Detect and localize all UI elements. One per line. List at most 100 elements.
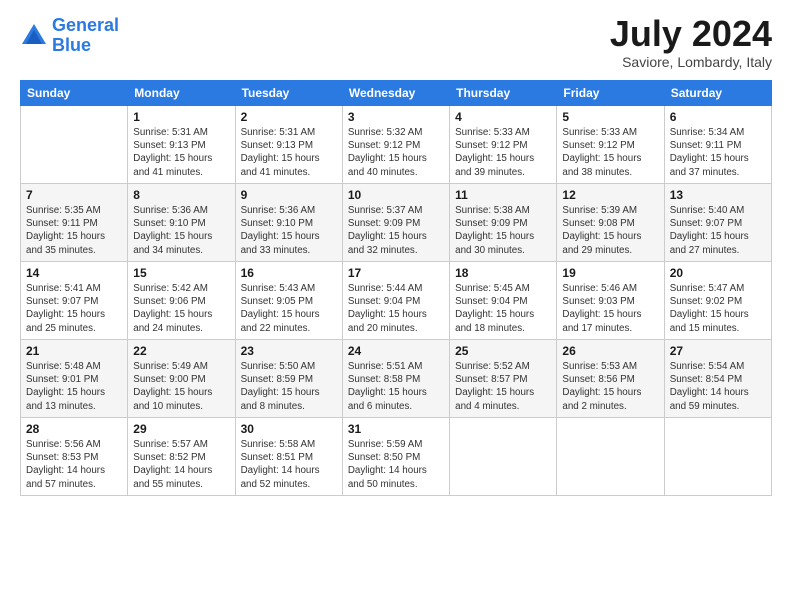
calendar-cell: 20 Sunrise: 5:47 AM Sunset: 9:02 PM Dayli… <box>664 262 771 340</box>
header-cell-saturday: Saturday <box>664 81 771 106</box>
week-row-2: 7Sunrise: 5:35 AM Sunset: 9:11 PM Daylig… <box>21 184 772 262</box>
page: General Blue July 2024 Saviore, Lombardy… <box>0 0 792 612</box>
calendar-cell: 11 Sunrise: 5:38 AM Sunset: 9:09 PM Dayli… <box>450 184 557 262</box>
header-cell-wednesday: Wednesday <box>342 81 449 106</box>
calendar-cell: 5Sunrise: 5:33 AM Sunset: 9:12 PM Daylig… <box>557 106 664 184</box>
calendar-cell: 31Sunrise: 5:59 AM Sunset: 8:50 PM Dayli… <box>342 418 449 496</box>
calendar-cell <box>664 418 771 496</box>
day-info: Sunrise: 5:38 AM Sunset: 9:09 PM Dayligh… <box>455 204 551 257</box>
calendar-cell: 28Sunrise: 5:56 AM Sunset: 8:53 PM Dayli… <box>21 418 128 496</box>
day-info: Sunrise: 5:45 AM Sunset: 9:04 PM Dayligh… <box>455 282 551 335</box>
day-info: Sunrise: 5:57 AM Sunset: 8:52 PM Dayligh… <box>133 438 229 491</box>
day-number: 5 <box>562 110 658 124</box>
calendar-cell: 21 Sunrise: 5:48 AM Sunset: 9:01 PM Dayli… <box>21 340 128 418</box>
day-info: Sunrise: 5:47 AM Sunset: 9:02 PM Dayligh… <box>670 282 766 335</box>
day-info: Sunrise: 5:53 AM Sunset: 8:56 PM Dayligh… <box>562 360 658 413</box>
day-info: Sunrise: 5:39 AM Sunset: 9:08 PM Dayligh… <box>562 204 658 257</box>
day-number: 28 <box>26 422 122 436</box>
day-number: 30 <box>241 422 337 436</box>
day-number: 24 <box>348 344 444 358</box>
day-info: Sunrise: 5:36 AM Sunset: 9:10 PM Dayligh… <box>133 204 229 257</box>
month-title: July 2024 <box>610 16 772 52</box>
logo-line2: Blue <box>52 35 91 55</box>
day-number: 22 <box>133 344 229 358</box>
calendar-cell: 18 Sunrise: 5:45 AM Sunset: 9:04 PM Dayli… <box>450 262 557 340</box>
calendar-cell: 17 Sunrise: 5:44 AM Sunset: 9:04 PM Dayli… <box>342 262 449 340</box>
day-number: 1 <box>133 110 229 124</box>
day-info: Sunrise: 5:54 AM Sunset: 8:54 PM Dayligh… <box>670 360 766 413</box>
calendar-cell: 23 Sunrise: 5:50 AM Sunset: 8:59 PM Dayli… <box>235 340 342 418</box>
day-number: 21 <box>26 344 122 358</box>
logo: General Blue <box>20 16 119 56</box>
calendar-cell: 2 Sunrise: 5:31 AM Sunset: 9:13 PM Daylig… <box>235 106 342 184</box>
day-number: 2 <box>241 110 337 124</box>
header-row: SundayMondayTuesdayWednesdayThursdayFrid… <box>21 81 772 106</box>
calendar-cell: 15 Sunrise: 5:42 AM Sunset: 9:06 PM Dayli… <box>128 262 235 340</box>
day-info: Sunrise: 5:42 AM Sunset: 9:06 PM Dayligh… <box>133 282 229 335</box>
calendar-cell: 26 Sunrise: 5:53 AM Sunset: 8:56 PM Dayli… <box>557 340 664 418</box>
header-cell-friday: Friday <box>557 81 664 106</box>
day-number: 23 <box>241 344 337 358</box>
day-info: Sunrise: 5:51 AM Sunset: 8:58 PM Dayligh… <box>348 360 444 413</box>
day-number: 4 <box>455 110 551 124</box>
day-number: 29 <box>133 422 229 436</box>
day-info: Sunrise: 5:34 AM Sunset: 9:11 PM Dayligh… <box>670 126 766 179</box>
header-cell-sunday: Sunday <box>21 81 128 106</box>
day-number: 8 <box>133 188 229 202</box>
logo-line1: General <box>52 15 119 35</box>
day-info: Sunrise: 5:36 AM Sunset: 9:10 PM Dayligh… <box>241 204 337 257</box>
calendar-cell: 7Sunrise: 5:35 AM Sunset: 9:11 PM Daylig… <box>21 184 128 262</box>
calendar-cell: 12 Sunrise: 5:39 AM Sunset: 9:08 PM Dayli… <box>557 184 664 262</box>
day-info: Sunrise: 5:44 AM Sunset: 9:04 PM Dayligh… <box>348 282 444 335</box>
calendar-cell <box>450 418 557 496</box>
day-number: 10 <box>348 188 444 202</box>
day-info: Sunrise: 5:31 AM Sunset: 9:13 PM Dayligh… <box>241 126 337 179</box>
day-number: 18 <box>455 266 551 280</box>
day-info: Sunrise: 5:59 AM Sunset: 8:50 PM Dayligh… <box>348 438 444 491</box>
header-cell-monday: Monday <box>128 81 235 106</box>
week-row-3: 14Sunrise: 5:41 AM Sunset: 9:07 PM Dayli… <box>21 262 772 340</box>
day-info: Sunrise: 5:50 AM Sunset: 8:59 PM Dayligh… <box>241 360 337 413</box>
calendar-cell: 25 Sunrise: 5:52 AM Sunset: 8:57 PM Dayli… <box>450 340 557 418</box>
day-info: Sunrise: 5:43 AM Sunset: 9:05 PM Dayligh… <box>241 282 337 335</box>
week-row-1: 1 Sunrise: 5:31 AM Sunset: 9:13 PM Daylig… <box>21 106 772 184</box>
calendar-cell: 29 Sunrise: 5:57 AM Sunset: 8:52 PM Dayli… <box>128 418 235 496</box>
day-info: Sunrise: 5:37 AM Sunset: 9:09 PM Dayligh… <box>348 204 444 257</box>
week-row-5: 28Sunrise: 5:56 AM Sunset: 8:53 PM Dayli… <box>21 418 772 496</box>
calendar-cell: 22Sunrise: 5:49 AM Sunset: 9:00 PM Dayli… <box>128 340 235 418</box>
day-info: Sunrise: 5:48 AM Sunset: 9:01 PM Dayligh… <box>26 360 122 413</box>
day-number: 6 <box>670 110 766 124</box>
day-info: Sunrise: 5:40 AM Sunset: 9:07 PM Dayligh… <box>670 204 766 257</box>
header-cell-tuesday: Tuesday <box>235 81 342 106</box>
day-number: 9 <box>241 188 337 202</box>
day-info: Sunrise: 5:31 AM Sunset: 9:13 PM Dayligh… <box>133 126 229 179</box>
day-number: 13 <box>670 188 766 202</box>
day-number: 15 <box>133 266 229 280</box>
calendar-cell: 24 Sunrise: 5:51 AM Sunset: 8:58 PM Dayli… <box>342 340 449 418</box>
day-number: 20 <box>670 266 766 280</box>
header: General Blue July 2024 Saviore, Lombardy… <box>20 16 772 70</box>
calendar-cell: 19Sunrise: 5:46 AM Sunset: 9:03 PM Dayli… <box>557 262 664 340</box>
day-number: 17 <box>348 266 444 280</box>
week-row-4: 21 Sunrise: 5:48 AM Sunset: 9:01 PM Dayli… <box>21 340 772 418</box>
day-number: 12 <box>562 188 658 202</box>
day-number: 26 <box>562 344 658 358</box>
day-number: 14 <box>26 266 122 280</box>
day-number: 3 <box>348 110 444 124</box>
logo-text: General Blue <box>52 16 119 56</box>
calendar-cell: 14Sunrise: 5:41 AM Sunset: 9:07 PM Dayli… <box>21 262 128 340</box>
day-info: Sunrise: 5:32 AM Sunset: 9:12 PM Dayligh… <box>348 126 444 179</box>
day-number: 25 <box>455 344 551 358</box>
calendar-cell: 16Sunrise: 5:43 AM Sunset: 9:05 PM Dayli… <box>235 262 342 340</box>
day-number: 11 <box>455 188 551 202</box>
calendar-cell: 9 Sunrise: 5:36 AM Sunset: 9:10 PM Daylig… <box>235 184 342 262</box>
calendar-cell: 13 Sunrise: 5:40 AM Sunset: 9:07 PM Dayli… <box>664 184 771 262</box>
calendar-cell: 27Sunrise: 5:54 AM Sunset: 8:54 PM Dayli… <box>664 340 771 418</box>
day-info: Sunrise: 5:33 AM Sunset: 9:12 PM Dayligh… <box>455 126 551 179</box>
calendar-cell <box>21 106 128 184</box>
day-info: Sunrise: 5:35 AM Sunset: 9:11 PM Dayligh… <box>26 204 122 257</box>
day-info: Sunrise: 5:58 AM Sunset: 8:51 PM Dayligh… <box>241 438 337 491</box>
location: Saviore, Lombardy, Italy <box>610 54 772 70</box>
title-block: July 2024 Saviore, Lombardy, Italy <box>610 16 772 70</box>
day-info: Sunrise: 5:52 AM Sunset: 8:57 PM Dayligh… <box>455 360 551 413</box>
